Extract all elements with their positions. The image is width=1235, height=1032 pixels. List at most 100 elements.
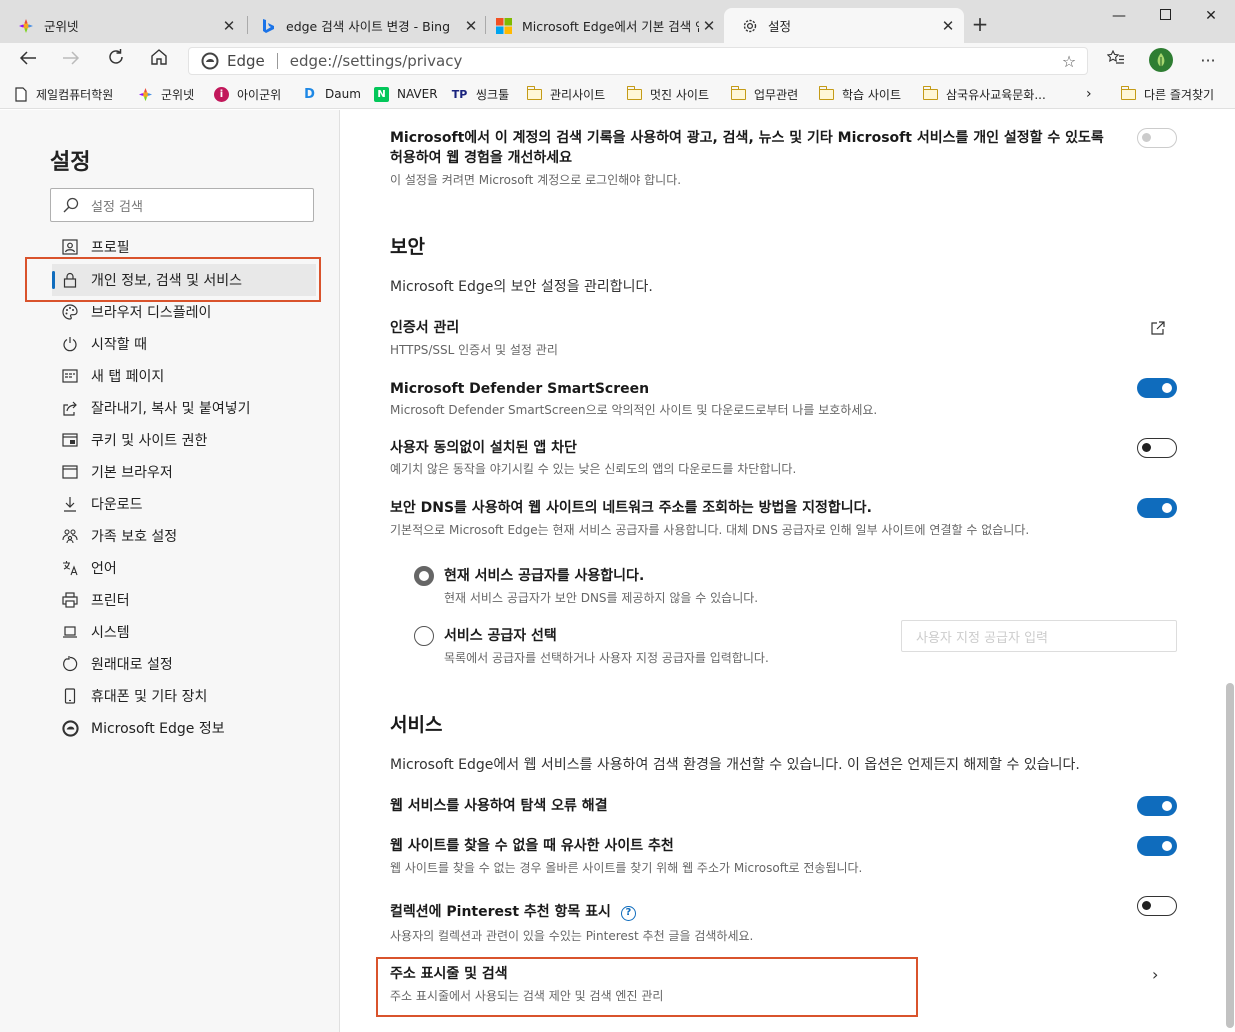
tab-microsoft[interactable]: Microsoft Edge에서 기본 검색 엔 ✕ xyxy=(478,8,725,43)
maximize-button[interactable] xyxy=(1142,4,1188,28)
favorite-label: NAVER xyxy=(397,87,438,101)
favorite-label: 관리사이트 xyxy=(550,87,606,102)
dns-toggle[interactable] xyxy=(1137,498,1177,518)
tab-settings[interactable]: 설정 ✕ xyxy=(724,8,964,43)
favorite-item[interactable]: 제일컴퓨터학원 xyxy=(13,84,113,104)
sidebar-item-printer[interactable]: 프린터 xyxy=(52,584,316,616)
refresh-button[interactable] xyxy=(101,47,131,75)
favorite-folder[interactable]: 멋진 사이트 xyxy=(627,84,709,104)
profile-icon xyxy=(61,238,79,256)
smartscreen-toggle[interactable] xyxy=(1137,378,1177,398)
cert-title[interactable]: 인증서 관리 xyxy=(390,318,459,338)
tab-strip: 군위넷 ✕ edge 검색 사이트 변경 - Bing ✕ Microsoft … xyxy=(0,0,1235,43)
sidebar-item-reset[interactable]: 원래대로 설정 xyxy=(52,648,316,680)
tab-close-icon[interactable]: ✕ xyxy=(938,17,958,35)
sidebar-item-label: 쿠키 및 사이트 권한 xyxy=(91,433,208,449)
security-heading: 보안 xyxy=(390,236,425,258)
more-menu-button[interactable]: ··· xyxy=(1193,47,1223,75)
new-tab-button[interactable]: + xyxy=(966,12,994,38)
smartscreen-desc: Microsoft Defender SmartScreen으로 악의적인 사이… xyxy=(390,403,878,417)
sidebar-item-label: 새 탭 페이지 xyxy=(91,369,165,385)
tab-bing[interactable]: edge 검색 사이트 변경 - Bing ✕ xyxy=(242,8,487,43)
sidebar-item-default-browser[interactable]: 기본 브라우저 xyxy=(52,456,316,488)
sidebar-item-phone[interactable]: 휴대폰 및 기타 장치 xyxy=(52,680,316,712)
home-button[interactable] xyxy=(144,47,174,75)
favorite-star-icon[interactable]: ☆ xyxy=(1057,52,1081,71)
favorite-label: 업무관련 xyxy=(754,87,799,102)
favorites-overflow-chevron-icon[interactable]: › xyxy=(1086,84,1092,104)
back-button[interactable] xyxy=(13,47,43,75)
address-divider xyxy=(276,53,278,69)
help-icon[interactable]: ? xyxy=(620,905,636,921)
favorite-item[interactable]: TP 씽크툴 xyxy=(451,84,509,104)
favorite-item[interactable]: N NAVER xyxy=(374,84,438,104)
sidebar-item-family[interactable]: 가족 보호 설정 xyxy=(52,520,316,552)
sidebar-item-about[interactable]: Microsoft Edge 정보 xyxy=(52,712,316,744)
sidebar-item-label: 다운로드 xyxy=(91,497,143,513)
forward-button[interactable] xyxy=(56,47,86,75)
other-favorites-folder[interactable]: 다른 즐겨찾기 xyxy=(1121,84,1214,104)
favorite-folder[interactable]: 관리사이트 xyxy=(527,84,605,104)
phone-icon xyxy=(61,687,79,705)
external-link-icon[interactable] xyxy=(1151,320,1167,336)
sidebar-item-appearance[interactable]: 브라우저 디스플레이 xyxy=(52,296,316,328)
favorite-label: 씽크툴 xyxy=(476,87,510,102)
close-window-button[interactable]: ✕ xyxy=(1188,4,1234,28)
avatar[interactable] xyxy=(1149,48,1173,72)
pua-desc: 예기치 않은 동작을 야기시킬 수 있는 낮은 신뢰도의 앱의 다운로드를 차단… xyxy=(390,462,797,476)
tab-gunwi[interactable]: 군위넷 ✕ xyxy=(0,8,245,43)
pinterest-desc: 사용자의 컬렉션과 관련이 있을 수있는 Pinterest 추천 글을 검색하… xyxy=(390,929,754,943)
favorite-folder[interactable]: 삼국유사교육문화... xyxy=(923,84,1046,104)
home-icon xyxy=(151,49,167,65)
highlight-box xyxy=(376,957,918,1017)
sidebar-item-language[interactable]: 언어 xyxy=(52,552,316,584)
custom-provider-input[interactable]: 사용자 지정 공급자 입력 xyxy=(901,620,1177,652)
favorite-item[interactable]: i 아이군위 xyxy=(214,84,281,104)
folder-icon xyxy=(1121,85,1136,102)
tab-close-icon[interactable]: ✕ xyxy=(219,17,239,35)
sidebar-item-startup[interactable]: 시작할 때 xyxy=(52,328,316,360)
sidebar-item-cookies[interactable]: 쿠키 및 사이트 권한 xyxy=(52,424,316,456)
address-url[interactable]: edge://settings/privacy xyxy=(290,52,1057,70)
favorite-item[interactable]: 군위넷 xyxy=(138,84,194,104)
personalize-toggle[interactable] xyxy=(1137,128,1177,148)
pinterest-toggle[interactable] xyxy=(1137,896,1177,916)
scrollbar[interactable] xyxy=(1226,683,1234,1028)
power-icon xyxy=(61,335,79,353)
minimize-button[interactable]: — xyxy=(1096,4,1142,28)
tab-close-icon[interactable]: ✕ xyxy=(699,17,719,35)
favorite-folder[interactable]: 학습 사이트 xyxy=(819,84,901,104)
nav-error-title: 웹 서비스를 사용하여 탐색 오류 해결 xyxy=(390,798,608,814)
gunwi-favicon xyxy=(138,87,153,102)
sidebar-item-newtab[interactable]: 새 탭 페이지 xyxy=(52,360,316,392)
dns-current-title: 현재 서비스 공급자를 사용합니다. xyxy=(444,568,645,584)
daum-favicon: D xyxy=(304,86,315,102)
sidebar-item-label: 시스템 xyxy=(91,625,130,641)
similar-sites-toggle[interactable] xyxy=(1137,836,1177,856)
dns-choose-radio[interactable] xyxy=(414,626,434,646)
pua-title: 사용자 동의없이 설치된 앱 차단 xyxy=(390,440,577,456)
dns-current-radio[interactable] xyxy=(414,566,434,586)
favorites-bar: 제일컴퓨터학원 군위넷 i 아이군위 D Daum N NAVER TP 씽크툴… xyxy=(0,79,1235,109)
address-bar[interactable]: Edge edge://settings/privacy ☆ xyxy=(188,47,1088,75)
arrow-right-icon xyxy=(63,51,80,65)
sidebar-item-share[interactable]: 잘라내기, 복사 및 붙여넣기 xyxy=(52,392,316,424)
page-icon xyxy=(13,86,28,102)
personalize-title-line1: Microsoft에서 이 계정의 검색 기록을 사용하여 광고, 검색, 뉴스… xyxy=(390,130,1104,146)
favorites-button[interactable] xyxy=(1101,47,1131,75)
folder-icon xyxy=(819,85,834,102)
favorite-folder[interactable]: 업무관련 xyxy=(731,84,798,104)
favorite-item[interactable]: D Daum xyxy=(302,84,361,104)
sidebar-item-label: 언어 xyxy=(91,561,117,577)
nav-error-toggle[interactable] xyxy=(1137,796,1177,816)
sidebar-item-downloads[interactable]: 다운로드 xyxy=(52,488,316,520)
folder-icon xyxy=(527,85,542,102)
language-icon xyxy=(61,559,79,577)
pua-toggle[interactable] xyxy=(1137,438,1177,458)
favorite-label: 다른 즐겨찾기 xyxy=(1144,87,1215,102)
sidebar-item-system[interactable]: 시스템 xyxy=(52,616,316,648)
newtab-icon xyxy=(61,367,79,385)
chevron-right-icon[interactable]: › xyxy=(1152,965,1158,984)
smartscreen-title: Microsoft Defender SmartScreen xyxy=(390,381,650,397)
settings-search-input[interactable]: 설정 검색 xyxy=(50,188,314,222)
